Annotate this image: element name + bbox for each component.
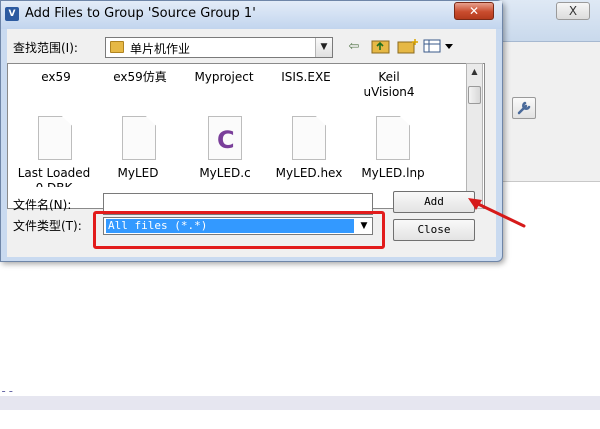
document-icon[interactable] bbox=[376, 116, 410, 160]
back-arrow-icon[interactable]: ⇦ bbox=[345, 38, 363, 56]
list-item[interactable]: ex59仿真 bbox=[100, 70, 180, 85]
list-item[interactable]: MyLED.c bbox=[185, 166, 265, 181]
new-folder-icon[interactable] bbox=[397, 38, 419, 56]
list-item[interactable]: Myproject bbox=[184, 70, 264, 85]
lookin-label: 查找范围(I): bbox=[13, 41, 78, 55]
background-statusbar bbox=[0, 396, 600, 410]
list-item[interactable]: ISIS.EXE bbox=[266, 70, 346, 85]
filename-label: 文件名(N): bbox=[13, 198, 72, 212]
list-item[interactable]: Last Loaded 0.DBK bbox=[14, 166, 94, 187]
background-titlebar: X bbox=[497, 0, 600, 42]
background-close-button[interactable]: X bbox=[556, 2, 590, 20]
list-item[interactable]: MyLED bbox=[98, 166, 178, 181]
annotation-highlight-box bbox=[93, 211, 385, 249]
scroll-up-icon[interactable]: ▲ bbox=[467, 64, 482, 80]
document-icon[interactable] bbox=[122, 116, 156, 160]
lookin-combo[interactable]: 单片机作业 ▼ bbox=[105, 37, 333, 58]
dialog-titlebar[interactable]: V Add Files to Group 'Source Group 1' ✕ bbox=[1, 1, 502, 29]
document-icon[interactable] bbox=[38, 116, 72, 160]
list-item[interactable]: MyLED.lnp bbox=[353, 166, 433, 181]
keil-app-icon: V bbox=[5, 7, 19, 21]
annotation-arrow-icon bbox=[468, 198, 526, 228]
dialog-close-button[interactable]: ✕ bbox=[454, 2, 494, 20]
list-item[interactable]: MyLED.hex bbox=[269, 166, 349, 181]
wrench-icon[interactable] bbox=[512, 97, 536, 119]
folder-icon bbox=[110, 41, 124, 53]
chevron-down-icon[interactable]: ▼ bbox=[315, 38, 332, 57]
file-list[interactable]: ex59 ex59仿真 Myproject ISIS.EXE Keil uVis… bbox=[7, 63, 485, 209]
list-item[interactable]: Keil uVision4 bbox=[353, 70, 425, 100]
up-folder-icon[interactable] bbox=[371, 38, 391, 56]
dialog-title: Add Files to Group 'Source Group 1' bbox=[25, 6, 256, 21]
document-icon[interactable] bbox=[292, 116, 326, 160]
view-menu-icon[interactable] bbox=[423, 38, 457, 56]
dialog-client-area: 查找范围(I): 单片机作业 ▼ ⇦ ex59 ex59仿真 Myproject… bbox=[7, 29, 496, 257]
c-source-icon[interactable]: C bbox=[208, 116, 242, 160]
filetype-label: 文件类型(T): bbox=[13, 219, 82, 233]
list-item[interactable]: ex59 bbox=[16, 70, 96, 85]
lookin-value: 单片机作业 bbox=[130, 42, 191, 56]
scroll-thumb[interactable] bbox=[468, 86, 481, 104]
add-files-dialog: V Add Files to Group 'Source Group 1' ✕ … bbox=[0, 0, 503, 262]
